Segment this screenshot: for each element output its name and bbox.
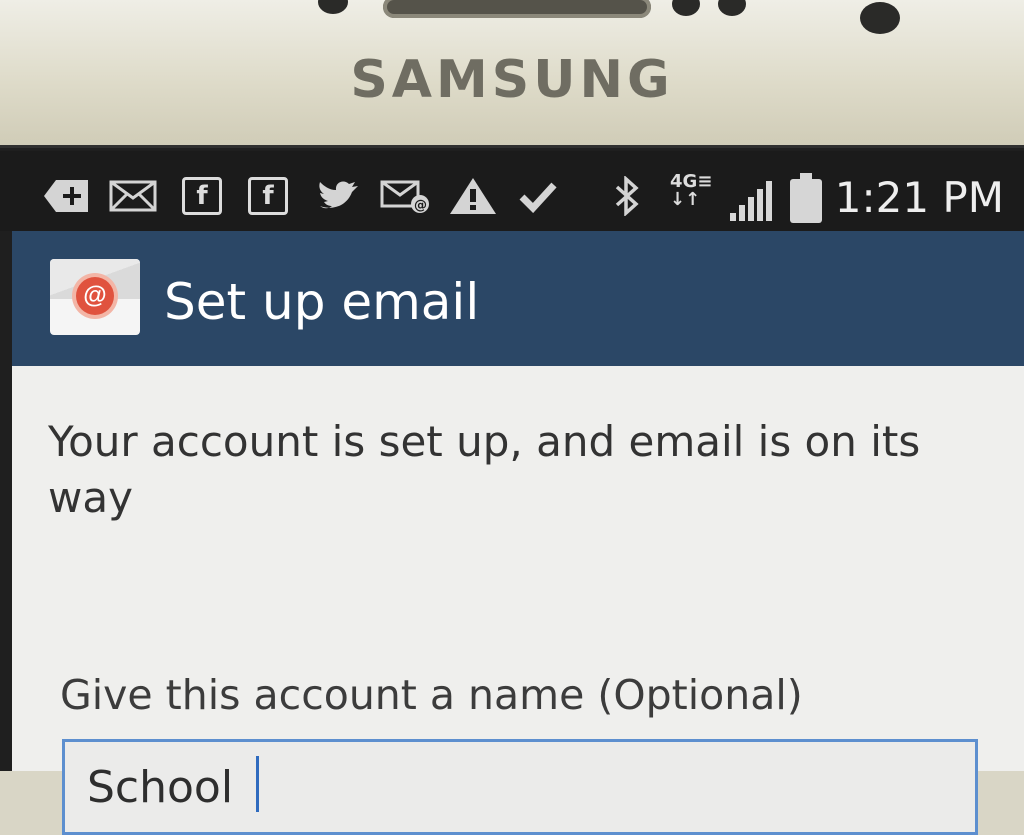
battery-icon [790,173,822,223]
mail-sync-icon: @ [380,177,432,215]
email-app-icon: @ [50,259,140,335]
screen: f f @ 4G≡ ↓↑ 1:21 PM @ Set up email Your… [0,145,1024,835]
sensor-dot [718,0,746,16]
lte-icon: 4G≡ ↓↑ [670,171,713,210]
bluetooth-icon [610,176,644,216]
brand-logo: SAMSUNG [350,50,674,110]
proximity-sensor [318,0,348,14]
account-name-label: Give this account a name (Optional) [60,671,803,719]
facebook-icon: f [182,177,222,215]
twitter-icon [316,177,360,215]
status-time: 1:21 PM [834,173,1004,222]
svg-text:@: @ [414,198,427,213]
add-icon [42,177,92,215]
text-cursor [256,756,259,812]
front-camera [860,2,900,34]
account-name-input[interactable] [62,739,978,835]
earpiece-speaker [383,0,651,18]
facebook-icon: f [248,177,288,215]
network-type-label: 4G [670,171,698,192]
page-title: Set up email [164,273,480,331]
action-bar: @ Set up email [12,231,1024,366]
setup-complete-message: Your account is set up, and email is on … [48,417,921,522]
phone-bezel: SAMSUNG [0,0,1024,150]
light-sensor [672,0,700,16]
signal-icon [730,181,776,221]
mail-icon [108,177,158,215]
warning-icon [448,177,498,215]
email-setup-screen: @ Set up email Your account is set up, a… [12,231,1024,835]
check-icon [518,177,558,215]
status-bar: f f @ 4G≡ ↓↑ 1:21 PM [0,151,1024,231]
